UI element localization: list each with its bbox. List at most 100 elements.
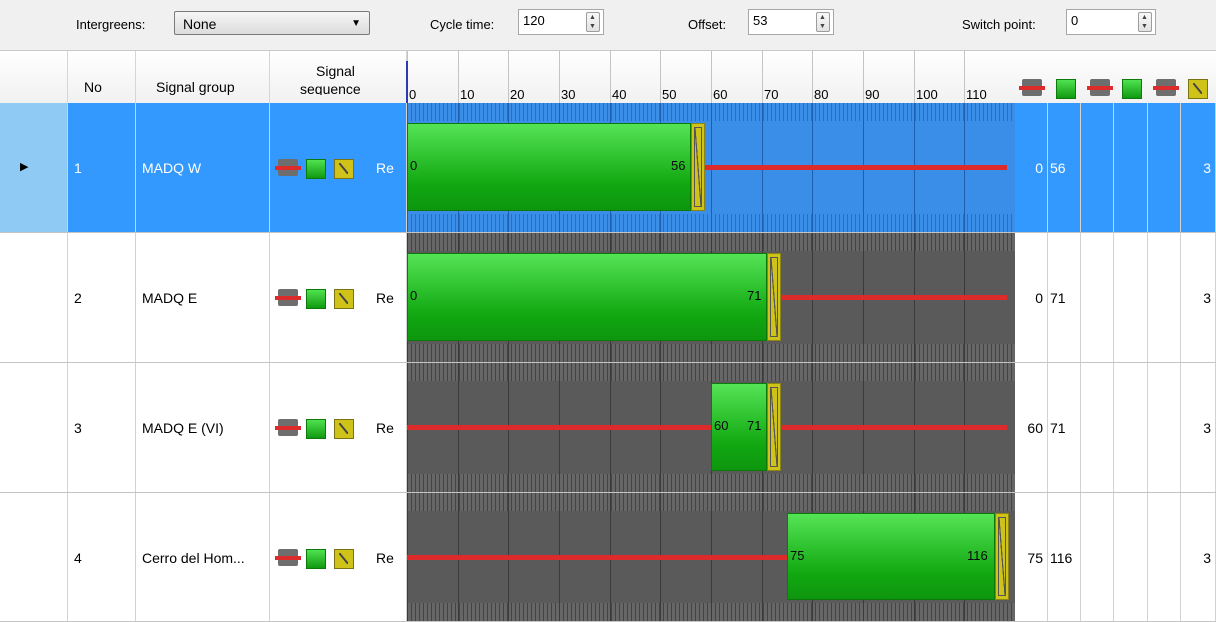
green-state-icon [1122,79,1142,99]
cycle-time-value: 120 [523,13,545,28]
red-phase-bar [781,425,1007,430]
cell-empty[interactable] [1081,103,1114,232]
column-header-signal-group[interactable]: Signal group [136,51,270,103]
cell-empty[interactable] [1148,103,1181,232]
green-start-cell[interactable]: 60 [1015,363,1048,492]
red-state-icon [275,159,301,176]
spinner-arrows-icon[interactable]: ▲ ▼ [1138,12,1152,32]
column-header-signal-sequence[interactable]: Signal sequence [270,51,407,103]
green-end-cell[interactable]: 71 [1048,233,1081,362]
column-header-signal-group-label: Signal group [156,79,235,95]
red-state-icon [275,289,301,306]
cell-empty[interactable] [1081,493,1114,621]
amber-phase-marker[interactable] [995,513,1009,600]
intergreens-value: None [183,16,217,32]
signal-group-name: Cerro del Hom... [142,550,245,566]
signal-group-name: MADQ W [142,160,202,176]
spinner-arrows-icon[interactable]: ▲ ▼ [586,12,600,32]
chevron-down-icon: ▼ [351,18,361,29]
amber-phase-marker[interactable] [691,123,705,211]
cell-signal-group[interactable]: MADQ W [136,103,270,232]
value-text: 3 [1203,160,1211,176]
cell-empty[interactable] [1114,493,1148,621]
green-start-cell[interactable]: 75 [1015,493,1048,621]
green-start-label: 75 [790,548,805,563]
cell-empty[interactable] [1114,363,1148,492]
green-phase-bar[interactable] [407,123,691,211]
cell-empty[interactable] [1148,363,1181,492]
timeline-tick-label: 60 [713,87,728,102]
red-blink-state-icon [1153,79,1179,96]
cell-last[interactable]: 3 [1181,103,1216,232]
value-text: 60 [1027,420,1043,436]
timeline-tick [762,51,763,103]
cell-signal-sequence[interactable]: Re [270,363,407,492]
timeline-tick [711,51,712,103]
sequence-code: Re [376,160,394,176]
cell-signal-sequence[interactable]: Re [270,103,407,232]
cell-signal-sequence[interactable]: Re [270,233,407,362]
timeline-axis-header: 0 10 20 30 40 50 60 70 80 90 100 110 [407,51,1015,103]
cell-signal-group[interactable]: MADQ E (VI) [136,363,270,492]
switch-point-label: Switch point: [962,17,1036,32]
green-end-cell[interactable]: 71 [1048,363,1081,492]
green-end-label: 56 [671,158,686,173]
offset-value: 53 [753,13,768,28]
cell-signal-sequence[interactable]: Re [270,493,407,621]
signal-timeline[interactable]: 60 71 [407,363,1015,492]
cell-empty[interactable] [1081,233,1114,362]
value-text: 0 [1035,160,1043,176]
cell-last[interactable]: 3 [1181,493,1216,621]
cell-empty[interactable] [1114,103,1148,232]
value-text: 3 [1203,290,1211,306]
value-text: 3 [1203,420,1211,436]
row-header[interactable] [0,363,68,492]
cell-signal-group[interactable]: Cerro del Hom... [136,493,270,621]
green-end-cell[interactable]: 56 [1048,103,1081,232]
spinner-arrows-icon[interactable]: ▲ ▼ [816,12,830,32]
sequence-code: Re [376,550,394,566]
cycle-time-spinner[interactable]: 120 ▲ ▼ [518,9,604,35]
row-header[interactable]: ▶ [0,103,68,232]
green-end-cell[interactable]: 116 [1048,493,1081,621]
green-start-label: 0 [410,158,418,173]
signal-timeline[interactable]: 0 56 [407,103,1015,232]
cell-no[interactable]: 2 [68,233,136,362]
table-row[interactable]: 3 MADQ E (VI) Re 60 71 60 71 3 [0,363,1216,493]
cell-empty[interactable] [1148,233,1181,362]
switch-point-spinner[interactable]: 0 ▲ ▼ [1066,9,1156,35]
cell-last[interactable]: 3 [1181,233,1216,362]
green-state-icon [306,419,326,439]
amber-phase-marker[interactable] [767,253,781,341]
green-phase-bar[interactable] [787,513,995,600]
amber-phase-marker[interactable] [767,383,781,471]
signal-timeline[interactable]: 0 71 [407,233,1015,362]
timeline-tick-label: 10 [460,87,475,102]
row-header[interactable] [0,493,68,621]
green-phase-bar[interactable] [407,253,767,341]
cell-empty[interactable] [1148,493,1181,621]
table-row[interactable]: 2 MADQ E Re 0 71 0 71 3 [0,233,1216,363]
table-row[interactable]: ▶ 1 MADQ W Re 0 56 0 56 3 [0,103,1216,233]
cell-last[interactable]: 3 [1181,363,1216,492]
intergreens-dropdown[interactable]: None ▼ [174,11,370,35]
green-start-cell[interactable]: 0 [1015,233,1048,362]
row-number: 1 [74,160,82,176]
cell-signal-group[interactable]: MADQ E [136,233,270,362]
column-header-no-label: No [84,79,102,95]
offset-spinner[interactable]: 53 ▲ ▼ [748,9,834,35]
table-row[interactable]: 4 Cerro del Hom... Re 75 116 75 116 3 [0,493,1216,622]
column-header-no[interactable]: No [68,51,136,103]
green-start-cell[interactable]: 0 [1015,103,1048,232]
signal-timeline[interactable]: 75 116 [407,493,1015,621]
cell-empty[interactable] [1114,233,1148,362]
row-header[interactable] [0,233,68,362]
amber-state-icon [334,159,354,179]
cell-no[interactable]: 1 [68,103,136,232]
cell-empty[interactable] [1081,363,1114,492]
sequence-code: Re [376,290,394,306]
cell-no[interactable]: 4 [68,493,136,621]
current-row-icon: ▶ [20,161,29,173]
green-end-label: 71 [747,288,762,303]
cell-no[interactable]: 3 [68,363,136,492]
